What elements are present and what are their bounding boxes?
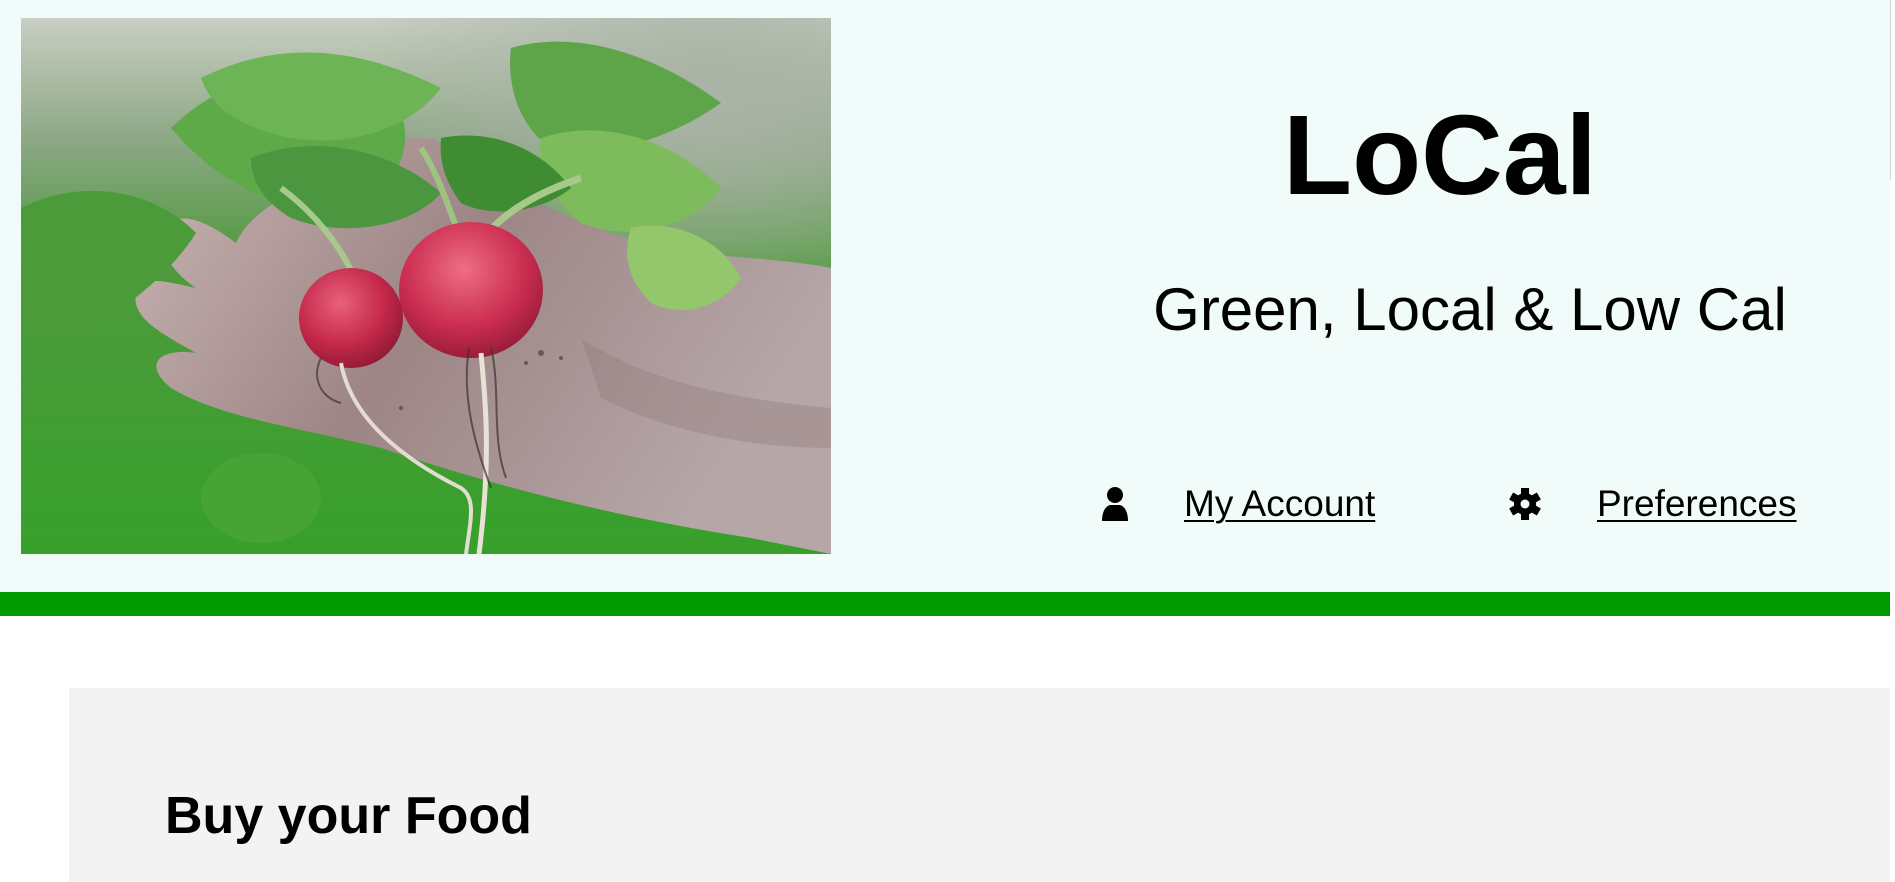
user-icon[interactable]: [1098, 486, 1132, 522]
tagline: Green, Local & Low Cal: [1153, 276, 1787, 343]
scroll-edge-line: [1890, 0, 1891, 180]
hero-image-radishes: [21, 18, 831, 554]
brand-title: LoCal: [1283, 92, 1597, 218]
section-title: Buy your Food: [165, 787, 532, 845]
buy-food-section: Buy your Food: [69, 688, 1890, 882]
my-account-link[interactable]: My Account: [1184, 482, 1375, 526]
preferences-link[interactable]: Preferences: [1597, 482, 1797, 526]
site-header: LoCal Green, Local & Low Cal My Account …: [0, 0, 1890, 592]
header-divider: [0, 592, 1890, 616]
gear-icon[interactable]: [1508, 486, 1542, 522]
